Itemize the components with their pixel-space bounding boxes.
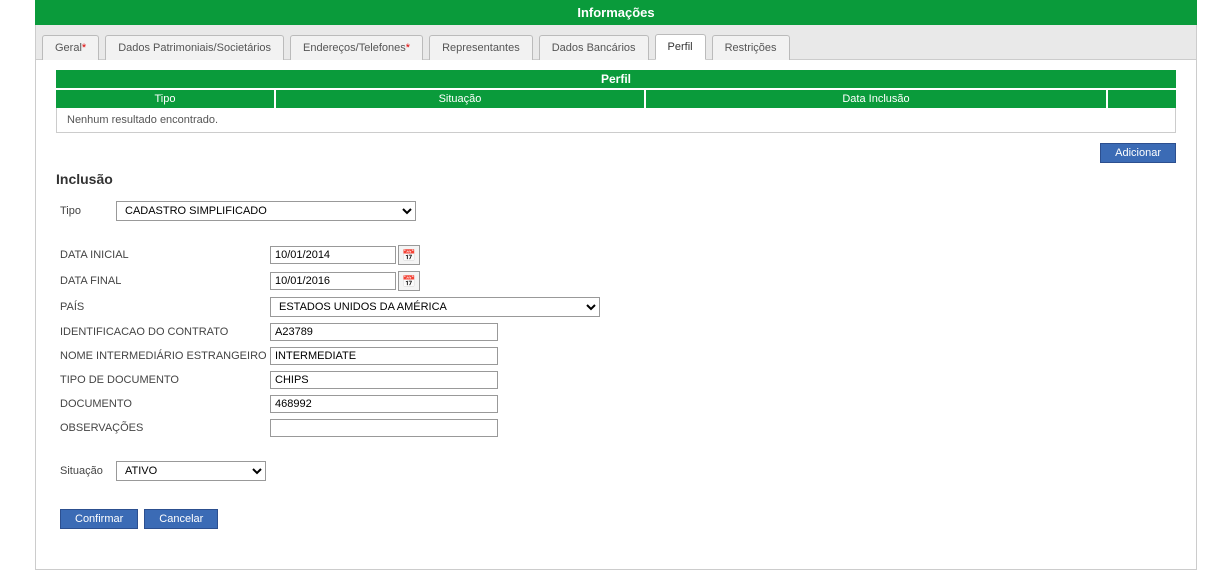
tipo-select[interactable]: CADASTRO SIMPLIFICADO (116, 201, 416, 221)
tab-dados-patrimoniais[interactable]: Dados Patrimoniais/Societários (105, 35, 284, 60)
label-data-final: DATA FINAL (60, 275, 270, 287)
data-final-input[interactable] (270, 272, 396, 290)
tab-geral[interactable]: Geral* (42, 35, 99, 60)
label-ident-contrato: IDENTIFICACAO DO CONTRATO (60, 326, 270, 338)
calendar-icon[interactable]: 📅 (398, 271, 420, 291)
label-situacao: Situação (60, 465, 116, 477)
cancelar-button[interactable]: Cancelar (144, 509, 218, 529)
table-header-row: Tipo Situação Data Inclusão (56, 90, 1176, 108)
page-title: Informações (577, 5, 654, 20)
label-observacoes: OBSERVAÇÕES (60, 422, 270, 434)
tab-representantes[interactable]: Representantes (429, 35, 533, 60)
data-inicial-input[interactable] (270, 246, 396, 264)
label-tipo-documento: TIPO DE DOCUMENTO (60, 374, 270, 386)
tab-enderecos-telefones[interactable]: Endereços/Telefones* (290, 35, 423, 60)
section-title: Inclusão (56, 171, 1176, 187)
pais-select[interactable]: ESTADOS UNIDOS DA AMÉRICA (270, 297, 600, 317)
observacoes-input[interactable] (270, 419, 498, 437)
tab-perfil[interactable]: Perfil (655, 34, 706, 60)
situacao-select[interactable]: ATIVO (116, 461, 266, 481)
tab-dados-bancarios[interactable]: Dados Bancários (539, 35, 649, 60)
tipo-documento-input[interactable] (270, 371, 498, 389)
documento-input[interactable] (270, 395, 498, 413)
th-actions (1106, 90, 1176, 108)
label-data-inicial: DATA INICIAL (60, 249, 270, 261)
adicionar-button[interactable]: Adicionar (1100, 143, 1176, 163)
table-empty-row: Nenhum resultado encontrado. (56, 108, 1176, 133)
required-marker: * (406, 42, 410, 54)
nome-intermediario-input[interactable] (270, 347, 498, 365)
label-nome-intermediario: NOME INTERMEDIÁRIO ESTRANGEIRO (60, 350, 270, 362)
label-documento: DOCUMENTO (60, 398, 270, 410)
tab-content: Perfil Tipo Situação Data Inclusão Nenhu… (35, 60, 1197, 570)
tab-restricoes[interactable]: Restrições (712, 35, 790, 60)
th-situacao: Situação (276, 90, 646, 108)
confirmar-button[interactable]: Confirmar (60, 509, 138, 529)
th-data-inclusao: Data Inclusão (646, 90, 1106, 108)
page-header: Informações (35, 0, 1197, 25)
th-tipo: Tipo (56, 90, 276, 108)
label-tipo: Tipo (60, 205, 116, 217)
sub-header: Perfil (56, 70, 1176, 88)
label-pais: PAÍS (60, 301, 270, 313)
required-marker: * (82, 42, 86, 54)
ident-contrato-input[interactable] (270, 323, 498, 341)
tabs-bar: Geral* Dados Patrimoniais/Societários En… (35, 25, 1197, 60)
calendar-icon[interactable]: 📅 (398, 245, 420, 265)
